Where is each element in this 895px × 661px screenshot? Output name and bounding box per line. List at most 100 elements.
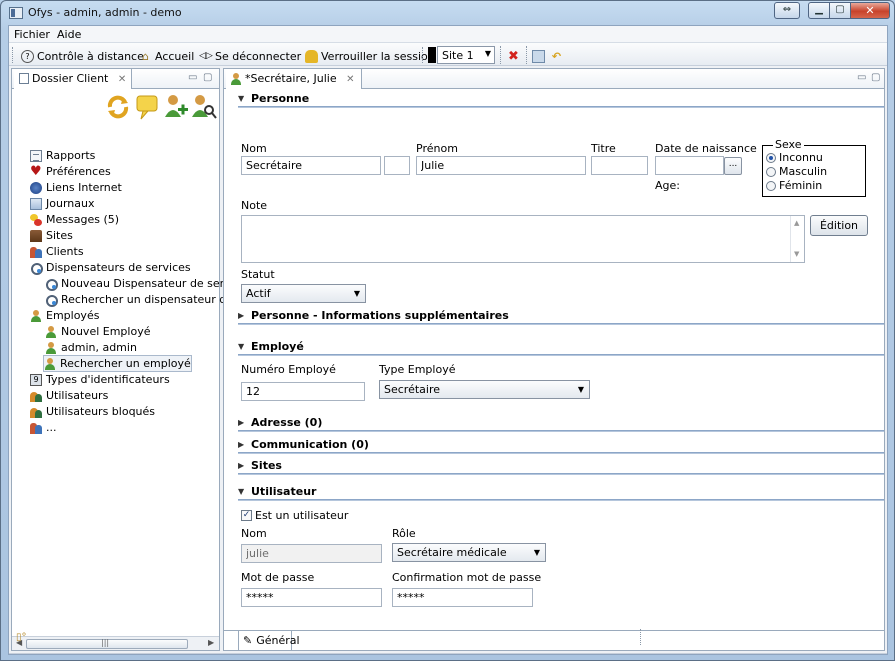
close-icon[interactable]: ✕ <box>346 74 354 85</box>
menu-aide[interactable]: Aide <box>57 28 81 41</box>
toolbar-grip[interactable] <box>422 47 425 63</box>
role-value: Secrétaire médicale <box>397 546 507 559</box>
lock-icon <box>305 49 318 63</box>
tree-horizontal-scrollbar[interactable]: ◀ ||| ▶ <box>12 636 219 650</box>
lock-session-button[interactable]: Verrouiller la session <box>305 48 435 64</box>
section-adresse[interactable]: ▶ Adresse (0) <box>238 414 322 430</box>
workbench: Fichier Aide ? Contrôle à distance ⌂ Acc… <box>8 25 888 655</box>
employee-icon <box>30 309 42 322</box>
close-window-button[interactable]: ✕ <box>850 2 890 19</box>
minimize-button[interactable]: ▁ <box>808 2 830 19</box>
section-sites[interactable]: ▶ Sites <box>238 457 282 473</box>
minimize-editor-icon[interactable]: ▭ <box>857 72 866 83</box>
tree-item-label: Nouvel Employé <box>61 325 151 338</box>
radio-inconnu[interactable]: Inconnu <box>766 151 823 164</box>
tree-item-more[interactable]: ... <box>30 420 57 435</box>
tree-item-label: Nouveau Dispensateur de servic <box>61 277 240 290</box>
edition-button[interactable]: Édition <box>810 215 868 236</box>
tree-item-journaux[interactable]: Journaux <box>30 196 94 211</box>
tree-item-sites[interactable]: Sites <box>30 228 73 243</box>
tree-item-rechercher-employe[interactable]: Rechercher un employé <box>43 355 192 372</box>
add-person-icon[interactable] <box>163 93 189 121</box>
logout-button[interactable]: ◁▷ Se déconnecter <box>199 48 301 64</box>
fast-view-icon[interactable]: ▯° <box>16 632 27 643</box>
refresh-arrows-icon[interactable] <box>105 93 131 121</box>
toolbar-grip[interactable] <box>12 47 15 63</box>
note-vertical-scrollbar[interactable]: ▲ ▼ <box>790 216 804 262</box>
titre-input[interactable] <box>591 156 648 175</box>
date-picker-button[interactable]: ... <box>724 157 742 175</box>
section-utilisateur[interactable]: ▼ Utilisateur <box>238 483 316 499</box>
home-button[interactable]: ⌂ Accueil <box>139 48 194 64</box>
collapsed-triangle-icon: ▶ <box>238 439 245 449</box>
nom-input[interactable] <box>241 156 381 175</box>
section-divider <box>238 354 884 356</box>
nom-suffix-input[interactable] <box>384 156 410 175</box>
statut-select[interactable]: Actif ▼ <box>241 284 366 303</box>
section-employe[interactable]: ▼ Employé <box>238 338 304 354</box>
message-bubble-icon[interactable] <box>135 93 161 121</box>
radio-feminin[interactable]: Féminin <box>766 179 822 192</box>
scroll-up-icon[interactable]: ▲ <box>794 219 799 227</box>
role-select[interactable]: Secrétaire médicale ▼ <box>392 543 546 562</box>
scrollbar-thumb[interactable]: ||| <box>26 638 188 649</box>
tree-item-clients[interactable]: Clients <box>30 244 84 259</box>
close-icon[interactable]: ✕ <box>118 74 126 85</box>
menu-fichier[interactable]: Fichier <box>14 28 50 41</box>
maximize-button[interactable]: ▢ <box>829 2 851 19</box>
date-naissance-input[interactable] <box>655 156 724 175</box>
note-textarea[interactable]: ▲ ▼ <box>241 215 805 263</box>
section-personne[interactable]: ▼ Personne <box>238 90 309 106</box>
tree-item-liens-internet[interactable]: Liens Internet <box>30 180 122 195</box>
mot-de-passe-input[interactable] <box>241 588 382 607</box>
employee-icon <box>45 341 57 354</box>
tree-item-messages[interactable]: Messages (5) <box>30 212 119 227</box>
tree-item-utilisateurs[interactable]: Utilisateurs <box>30 388 108 403</box>
prenom-input[interactable] <box>416 156 586 175</box>
numero-employe-input[interactable] <box>241 382 365 401</box>
tree-item-nouveau-dispensateur[interactable]: Nouveau Dispensateur de servic <box>45 276 240 291</box>
undo-button[interactable]: ↶ <box>550 48 563 64</box>
maximize-editor-icon[interactable]: ▢ <box>871 72 880 83</box>
home-label: Accueil <box>155 49 195 63</box>
help-circle-icon: ? <box>21 49 34 63</box>
stethoscope-add-icon <box>45 278 58 291</box>
tree-item-rechercher-dispensateur[interactable]: Rechercher un dispensateur de s <box>45 292 242 307</box>
site-select[interactable]: Site 1 ▼ <box>437 46 495 64</box>
tree-item-types-identificateurs[interactable]: 9 Types d'identificateurs <box>30 372 170 387</box>
confirmation-mot-de-passe-input[interactable] <box>392 588 533 607</box>
maximize-view-icon[interactable]: ▢ <box>203 72 212 83</box>
section-personne-info[interactable]: ▶ Personne - Informations supplémentaires <box>238 307 509 323</box>
scroll-down-icon[interactable]: ▼ <box>794 250 799 258</box>
section-communication[interactable]: ▶ Communication (0) <box>238 436 369 452</box>
scroll-right-icon[interactable]: ▶ <box>208 638 214 647</box>
tree-item-rapports[interactable]: Rapports <box>30 148 95 163</box>
tree-item-nouvel-employe[interactable]: Nouvel Employé <box>45 324 150 339</box>
tree-item-utilisateurs-bloques[interactable]: Utilisateurs bloqués <box>30 404 155 419</box>
tree-item-preferences[interactable]: Préférences <box>30 164 111 179</box>
type-employe-select[interactable]: Secrétaire ▼ <box>379 380 590 399</box>
minimize-icon: ▁ <box>815 4 823 15</box>
sexe-group: Sexe Inconnu Masculin Féminin <box>762 138 866 197</box>
tab-dossier-client[interactable]: Dossier Client ✕ <box>14 69 133 89</box>
search-person-icon[interactable] <box>191 93 217 121</box>
tree-item-dispensateurs[interactable]: Dispensateurs de services <box>30 260 191 275</box>
tree-item-label: Liens Internet <box>46 181 122 194</box>
section-title: Personne <box>251 91 310 105</box>
age-label: Age: <box>655 179 680 192</box>
tree-item-employes[interactable]: Employés <box>30 308 99 323</box>
radio-masculin[interactable]: Masculin <box>766 165 827 178</box>
title-bar[interactable]: Ofys - admin, admin - demo ⇔ ▁ ▢ ✕ <box>1 1 894 25</box>
remote-control-button[interactable]: ? Contrôle à distance <box>21 48 144 64</box>
tree-item-label: Journaux <box>46 197 95 210</box>
restore-window-button[interactable]: ⇔ <box>774 2 800 19</box>
tree-item-admin[interactable]: admin, admin <box>45 340 137 355</box>
delete-button[interactable]: ✖ <box>507 48 520 64</box>
est-utilisateur-checkbox[interactable]: ✓ Est un utilisateur <box>241 509 348 522</box>
tab-employee-editor[interactable]: *Secrétaire, Julie ✕ <box>226 69 363 89</box>
tree-item-label: Sites <box>46 229 73 242</box>
minimize-view-icon[interactable]: ▭ <box>188 72 197 83</box>
save-button[interactable] <box>532 48 545 64</box>
tab-general[interactable]: ✎ Général <box>238 631 300 650</box>
journal-icon <box>30 197 42 210</box>
